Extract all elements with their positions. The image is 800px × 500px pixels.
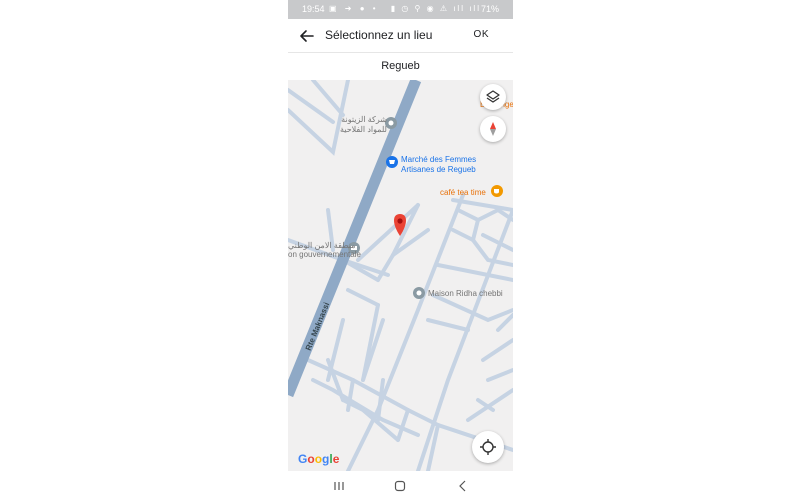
- back-nav-icon[interactable]: [456, 479, 470, 493]
- battery-level: 71%: [480, 4, 499, 14]
- back-button[interactable]: [298, 27, 316, 45]
- shopping-marker-icon: [386, 156, 398, 168]
- status-time: 19:54: [302, 4, 325, 14]
- map-layers-button[interactable]: [480, 84, 506, 110]
- layers-icon: [486, 90, 500, 103]
- notification-icons: ▣ ➜ ● •: [329, 4, 379, 13]
- poi-label-marche[interactable]: Marché des Femmes Artisanes de Regueb: [401, 155, 476, 175]
- app-bar: Sélectionnez un lieu OK: [288, 19, 513, 53]
- poi-label-maison[interactable]: Maison Ridha chebbi: [428, 289, 503, 299]
- poi-label-cafe[interactable]: café tea time: [440, 188, 486, 198]
- map-view[interactable]: شركة الزيتونة للمواد الفلاحية Marché des…: [288, 80, 513, 471]
- home-icon[interactable]: [393, 479, 407, 493]
- compass-button[interactable]: [480, 116, 506, 142]
- poi-gray-marker-icon: [413, 287, 425, 299]
- poi-label-gouvernementale: on gouvernementale: [288, 250, 361, 259]
- cafe-marker-icon: [491, 185, 503, 197]
- page-title: Sélectionnez un lieu: [325, 28, 433, 42]
- arrow-left-icon: [300, 30, 314, 42]
- system-nav-bar: [288, 471, 513, 500]
- selected-location-name: Regueb: [381, 60, 420, 72]
- phone-screen: 19:54 ▣ ➜ ● • ▮ ◷ ⚲ ◉ ⚠ ıll ıll 71% Séle…: [288, 0, 513, 500]
- poi-label-zitouna: شركة الزيتونة للمواد الفلاحية: [340, 115, 387, 134]
- my-location-button[interactable]: [472, 431, 504, 463]
- google-logo: Google: [298, 452, 340, 466]
- recent-apps-icon[interactable]: [332, 479, 346, 493]
- compass-icon: [490, 122, 496, 136]
- crosshair-icon: [480, 439, 496, 455]
- ok-button[interactable]: OK: [474, 29, 489, 40]
- system-icons: ▮ ◷ ⚲ ◉ ⚠ ıll ıll: [390, 4, 481, 13]
- status-bar: 19:54 ▣ ➜ ● • ▮ ◷ ⚲ ◉ ⚠ ıll ıll 71%: [288, 0, 513, 19]
